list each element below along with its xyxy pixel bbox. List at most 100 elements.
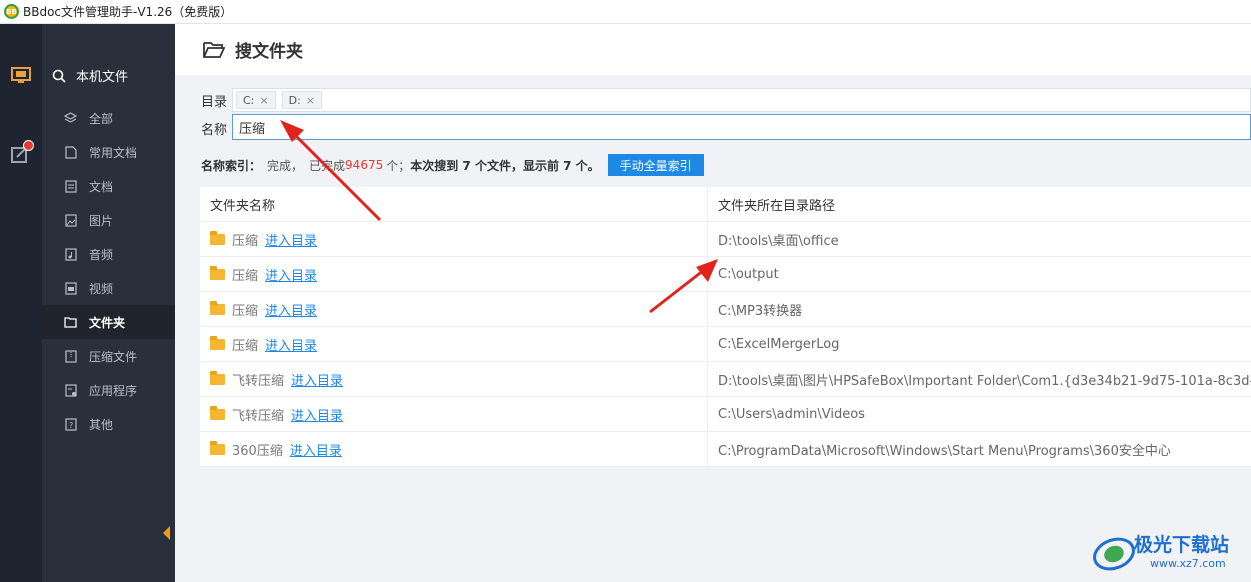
sidebar-item-other[interactable]: ? 其他	[42, 407, 175, 441]
sidebar-item-label: 应用程序	[89, 383, 138, 398]
zip-icon	[64, 349, 77, 363]
notes-rail-button[interactable]	[0, 134, 42, 174]
indexed-count: 94675	[345, 158, 384, 172]
open-directory-link[interactable]: 进入目录	[265, 230, 317, 249]
table-row[interactable]: 飞转压缩 进入目录 D:\tools\桌面\图片\HPSafeBox\Importa…	[200, 362, 1251, 397]
sidebar-item-apps[interactable]: 应用程序	[42, 373, 175, 407]
directory-tag: C: ×	[236, 91, 276, 109]
watermark-url: www.xz7.com	[1150, 557, 1226, 570]
remove-tag-icon[interactable]: ×	[306, 94, 315, 107]
collapse-sidebar-icon[interactable]	[163, 526, 170, 540]
directory-label: 目录	[201, 95, 228, 110]
index-status-indexed-prefix: 已完成	[309, 158, 346, 173]
sidebar-header[interactable]: 本机文件	[52, 66, 128, 85]
folder-name-cell: 压缩 进入目录	[200, 327, 708, 361]
name-label: 名称	[201, 123, 228, 138]
video-icon	[64, 281, 77, 295]
table-row[interactable]: 压缩 进入目录 C:\ExcelMergerLog	[200, 327, 1251, 362]
folder-icon	[210, 300, 225, 315]
directory-tag-label: C:	[243, 93, 255, 107]
sidebar: 本机文件 全部 常用文档 文档 图片 音频 视频 文件夹 压缩文件 应用程序 ?…	[42, 24, 175, 582]
remove-tag-icon[interactable]: ×	[259, 94, 268, 107]
sidebar-item-label: 常用文档	[89, 145, 138, 160]
folder-path-cell: D:\tools\桌面\图片\HPSafeBox\Important Folde…	[718, 373, 1251, 389]
folder-icon	[210, 335, 225, 350]
folder-icon	[64, 316, 77, 329]
folder-icon	[210, 370, 225, 385]
folder-name: 压缩	[232, 268, 259, 284]
layers-icon	[64, 111, 77, 125]
full-reindex-button[interactable]: 手动全量索引	[607, 154, 704, 176]
open-directory-link[interactable]: 进入目录	[291, 370, 343, 389]
table-row[interactable]: 压缩 进入目录 C:\output	[200, 257, 1251, 292]
open-directory-link[interactable]: 进入目录	[291, 405, 343, 424]
sidebar-item-images[interactable]: 图片	[42, 203, 175, 237]
title-bar: BB BBdoc文件管理助手-V1.26（免费版）	[0, 0, 1251, 24]
folder-icon	[210, 405, 225, 420]
table-row[interactable]: 360压缩 进入目录 C:\ProgramData\Microsoft\Window…	[200, 432, 1251, 467]
index-status-prefix: 名称索引：	[201, 158, 262, 173]
folder-name: 飞转压缩	[232, 408, 285, 424]
folder-name: 飞转压缩	[232, 373, 285, 389]
folder-name: 压缩	[232, 338, 259, 354]
folder-name-cell: 飞转压缩 进入目录	[200, 362, 708, 396]
sidebar-item-audio[interactable]: 音频	[42, 237, 175, 271]
page-header: 搜文件夹	[175, 24, 1251, 75]
directory-selector[interactable]: C: × D: ×	[232, 88, 1251, 112]
local-files-rail-button[interactable]	[0, 56, 42, 96]
directory-tag: D: ×	[281, 91, 323, 109]
column-header-name[interactable]: 文件夹名称	[200, 187, 708, 221]
app-logo: BB	[4, 4, 19, 19]
sidebar-item-label: 音频	[89, 247, 114, 262]
sidebar-item-archives[interactable]: 压缩文件	[42, 339, 175, 373]
sidebar-item-video[interactable]: 视频	[42, 271, 175, 305]
icon-rail	[0, 24, 42, 582]
search-result-summary: 本次搜到 7 个文件，显示前 7 个。	[410, 158, 600, 173]
table-row[interactable]: 飞转压缩 进入目录 C:\Users\admin\Videos	[200, 397, 1251, 432]
folder-name-cell: 压缩 进入目录	[200, 222, 708, 256]
table-row[interactable]: 压缩 进入目录 C:\MP3转换器	[200, 292, 1251, 327]
index-status: 名称索引： 完成， 已完成 94675 个； 本次搜到 7 个文件，显示前 7 …	[201, 153, 704, 177]
svg-text:?: ?	[69, 421, 73, 430]
folder-name-cell: 压缩 进入目录	[200, 257, 708, 291]
sidebar-item-label: 压缩文件	[89, 349, 138, 364]
image-icon	[64, 213, 77, 227]
folder-icon	[210, 230, 225, 245]
folder-name: 360压缩	[232, 443, 283, 459]
doc-lines-icon	[64, 179, 77, 193]
page-title: 搜文件夹	[235, 42, 303, 62]
sidebar-item-label: 文档	[89, 179, 114, 194]
sidebar-item-common-docs[interactable]: 常用文档	[42, 135, 175, 169]
folder-icon	[210, 265, 225, 280]
results-table: 文件夹名称 文件夹所在目录路径 压缩 进入目录 D:\tools\桌面\office…	[200, 187, 1251, 467]
folder-path-cell: C:\output	[718, 266, 779, 282]
sidebar-header-label: 本机文件	[76, 70, 129, 85]
monitor-icon	[11, 67, 31, 83]
folder-path-cell: C:\Users\admin\Videos	[718, 406, 865, 422]
main-panel: 搜文件夹 目录 C: × D: × 名称 名称索引： 完成， 已完成 94675…	[175, 24, 1251, 582]
sidebar-item-all[interactable]: 全部	[42, 101, 175, 135]
open-directory-link[interactable]: 进入目录	[290, 440, 342, 459]
sidebar-item-docs[interactable]: 文档	[42, 169, 175, 203]
window-title: BBdoc文件管理助手-V1.26（免费版）	[23, 5, 233, 19]
table-row[interactable]: 压缩 进入目录 D:\tools\桌面\office	[200, 222, 1251, 257]
folder-name-cell: 360压缩 进入目录	[200, 432, 708, 466]
sidebar-item-folders[interactable]: 文件夹	[42, 305, 175, 339]
directory-tag-label: D:	[288, 93, 301, 107]
folder-path-cell: D:\tools\桌面\office	[718, 233, 839, 249]
sidebar-item-label: 视频	[89, 281, 114, 296]
other-icon: ?	[64, 417, 77, 431]
folder-open-icon	[203, 41, 225, 58]
folder-path-cell: C:\MP3转换器	[718, 303, 803, 319]
column-header-path[interactable]: 文件夹所在目录路径	[708, 187, 1251, 221]
sidebar-item-label: 文件夹	[89, 315, 126, 330]
doc-icon	[64, 145, 77, 159]
index-status-indexed-suffix: 个；	[386, 158, 411, 173]
folder-path-cell: C:\ExcelMergerLog	[718, 336, 840, 352]
open-directory-link[interactable]: 进入目录	[265, 335, 317, 354]
open-directory-link[interactable]: 进入目录	[265, 300, 317, 319]
name-search-input[interactable]	[232, 114, 1251, 140]
sidebar-item-label: 图片	[89, 213, 114, 228]
open-directory-link[interactable]: 进入目录	[265, 265, 317, 284]
audio-icon	[64, 247, 77, 261]
